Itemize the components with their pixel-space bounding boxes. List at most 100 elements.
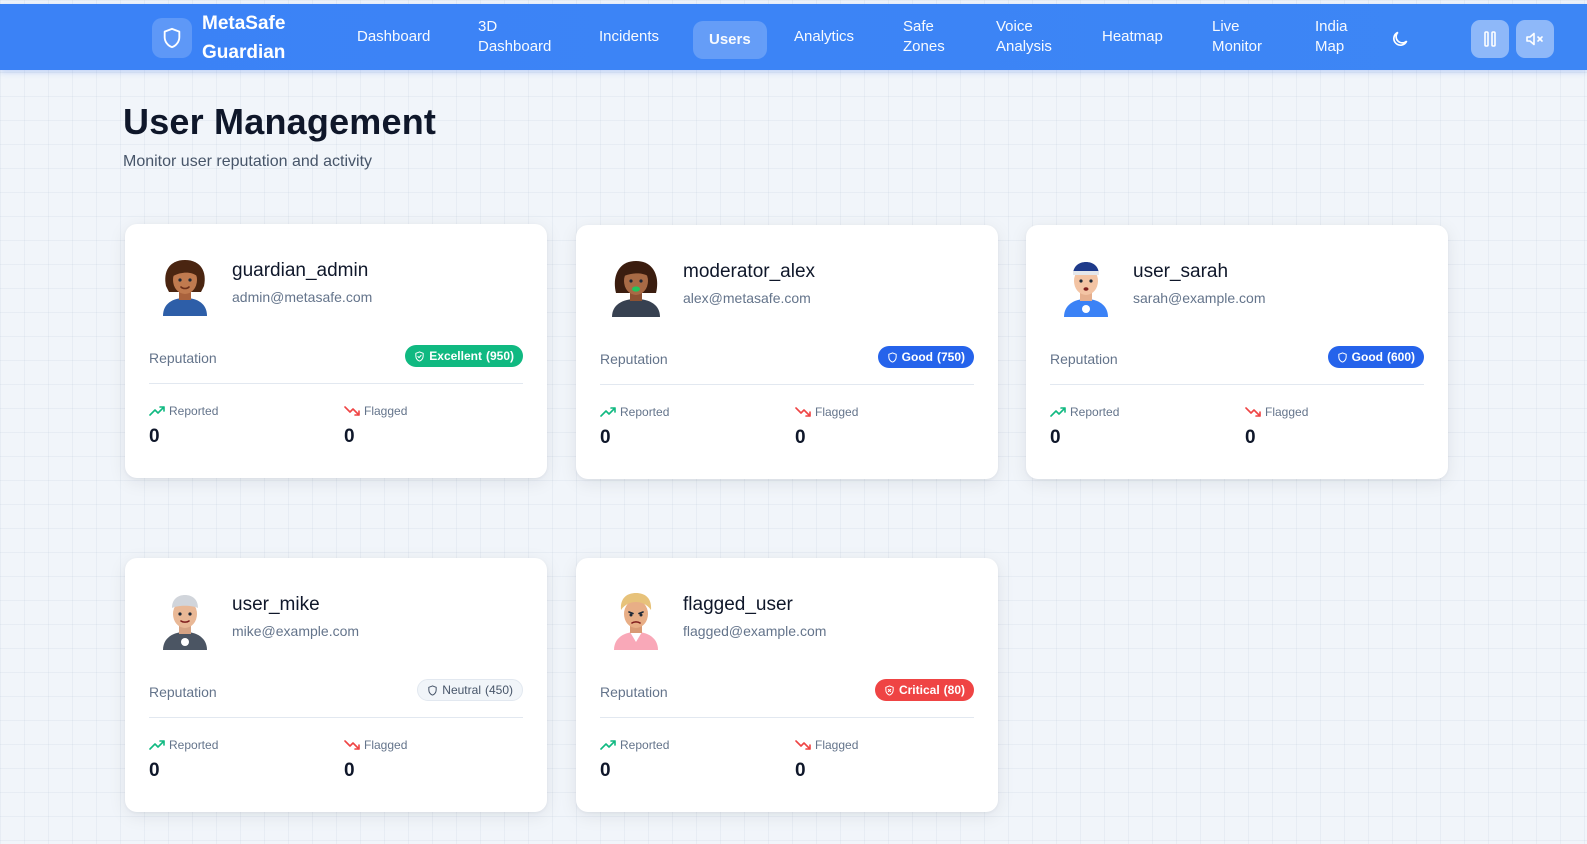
badge-score: (450)	[484, 683, 513, 697]
reported-label: Reported	[620, 738, 670, 752]
nav-label: Safe Zones	[903, 18, 945, 55]
flagged-stat: Flagged 0	[795, 405, 858, 449]
trending-down-icon	[795, 740, 811, 750]
reputation-badge: Good (750)	[877, 346, 974, 368]
reputation-label: Reputation	[600, 684, 668, 700]
trending-up-icon	[149, 406, 165, 416]
badge-score: (80)	[943, 683, 965, 697]
avatar	[163, 260, 207, 316]
nav-label: Dashboard	[357, 28, 431, 45]
flagged-count: 0	[795, 427, 806, 448]
nav-dashboard[interactable]: Dashboard	[357, 16, 430, 58]
nav-label: Live Monitor	[1212, 18, 1263, 55]
badge-label: Good	[1351, 350, 1383, 364]
user-card[interactable]: flagged_user flagged@example.com Reputat…	[576, 558, 998, 812]
flagged-stat: Flagged 0	[795, 738, 858, 782]
avatar	[163, 595, 207, 650]
shield-icon	[1337, 352, 1348, 363]
flagged-label: Flagged	[364, 404, 408, 418]
brand[interactable]: MetaSafe Guardian	[152, 10, 285, 66]
shield-icon	[887, 352, 898, 363]
reported-count: 0	[149, 426, 160, 447]
flagged-stat: Flagged 0	[344, 738, 407, 782]
reported-stat: Reported 0	[1050, 405, 1119, 449]
nav-label: Voice Analysis	[996, 18, 1052, 55]
flagged-label: Flagged	[364, 738, 408, 752]
reputation-badge: Critical (80)	[874, 679, 974, 701]
nav-label: Incidents	[599, 28, 660, 45]
nav-label: Analytics	[794, 28, 855, 45]
divider	[600, 717, 974, 718]
flagged-count: 0	[344, 426, 355, 447]
flagged-label: Flagged	[1265, 405, 1309, 419]
avatar	[614, 593, 658, 650]
badge-label: Neutral	[442, 683, 481, 697]
nav-live-monitor[interactable]: Live Monitor	[1212, 16, 1272, 58]
mute-button[interactable]	[1516, 20, 1554, 58]
user-email: alex@metasafe.com	[683, 290, 811, 306]
user-card[interactable]: moderator_alex alex@metasafe.com Reputat…	[576, 225, 998, 479]
user-name: flagged_user	[683, 594, 793, 615]
user-name: user_sarah	[1133, 261, 1229, 282]
shield-icon	[427, 685, 438, 696]
user-name: moderator_alex	[683, 261, 816, 282]
nav-label: India Map	[1315, 18, 1348, 55]
nav-voice-analysis[interactable]: Voice Analysis	[996, 16, 1058, 58]
nav-india-map[interactable]: India Map	[1315, 16, 1355, 58]
trending-down-icon	[1245, 407, 1261, 417]
pause-icon	[1484, 31, 1496, 47]
reported-stat: Reported 0	[149, 738, 218, 782]
user-card[interactable]: user_mike mike@example.com Reputation Ne…	[125, 558, 547, 812]
nav-heatmap[interactable]: Heatmap	[1102, 16, 1163, 58]
nav-safe-zones[interactable]: Safe Zones	[903, 16, 951, 58]
badge-label: Good	[901, 350, 933, 364]
user-name: guardian_admin	[232, 260, 369, 281]
user-email: admin@metasafe.com	[232, 289, 373, 305]
divider	[600, 384, 974, 385]
flagged-count: 0	[1245, 427, 1256, 448]
page-subtitle: Monitor user reputation and activity	[123, 153, 373, 170]
reported-label: Reported	[169, 738, 219, 752]
badge-score: (950)	[485, 349, 514, 363]
reputation-label: Reputation	[1050, 351, 1118, 367]
nav-analytics[interactable]: Analytics	[794, 16, 854, 58]
reported-count: 0	[600, 760, 611, 781]
flagged-stat: Flagged 0	[344, 404, 407, 448]
divider	[149, 717, 523, 718]
flagged-count: 0	[795, 760, 806, 781]
reputation-badge: Good (600)	[1327, 346, 1424, 368]
badge-label: Critical	[898, 683, 940, 697]
trending-up-icon	[600, 407, 616, 417]
divider	[1050, 384, 1424, 385]
reported-count: 0	[1050, 427, 1061, 448]
badge-score: (600)	[1386, 350, 1415, 364]
user-card[interactable]: user_sarah sarah@example.com Reputation …	[1026, 225, 1448, 479]
reported-label: Reported	[1070, 405, 1120, 419]
shield-icon	[152, 18, 192, 58]
reported-label: Reported	[620, 405, 670, 419]
nav-users[interactable]: Users	[693, 21, 767, 59]
top-navbar: MetaSafe Guardian Dashboard 3D Dashboard…	[0, 4, 1587, 70]
reputation-label: Reputation	[149, 684, 217, 700]
user-name: user_mike	[232, 594, 320, 615]
user-card[interactable]: guardian_admin admin@metasafe.com Reputa…	[125, 224, 547, 478]
nav-label: 3D Dashboard	[478, 18, 552, 55]
flagged-label: Flagged	[815, 738, 859, 752]
moon-icon[interactable]	[1390, 29, 1410, 49]
reputation-badge: Neutral (450)	[417, 679, 523, 701]
reported-label: Reported	[169, 404, 219, 418]
badge-score: (750)	[936, 350, 965, 364]
flagged-label: Flagged	[815, 405, 859, 419]
badge-label: Excellent	[429, 349, 482, 363]
user-email: sarah@example.com	[1133, 290, 1266, 306]
nav-incidents[interactable]: Incidents	[599, 16, 659, 58]
shield-check-icon	[414, 351, 425, 362]
nav-3d-dashboard[interactable]: 3D Dashboard	[478, 16, 556, 58]
reputation-label: Reputation	[149, 350, 217, 366]
trending-down-icon	[344, 740, 360, 750]
user-email: flagged@example.com	[683, 623, 827, 639]
divider	[149, 383, 523, 384]
pause-button[interactable]	[1471, 20, 1509, 58]
avatar	[612, 261, 660, 317]
trending-down-icon	[795, 407, 811, 417]
